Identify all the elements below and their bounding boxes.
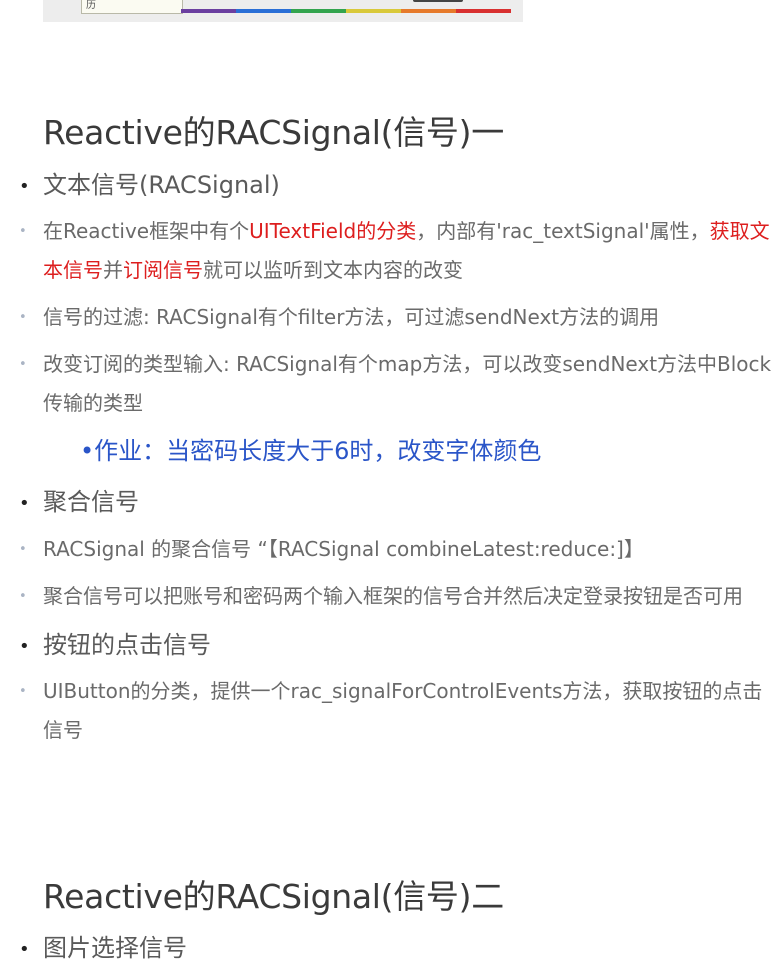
bullet-signal-map: 改变订阅的类型输入: RACSignal有个map方法，可以改变sendNext… xyxy=(0,345,782,423)
homework-note: •作业：当密码长度大于6时，改变字体颜色 xyxy=(80,437,542,465)
run-highlight-textfield: UITextField的分类 xyxy=(249,219,417,243)
figure-stripe-segment xyxy=(456,9,511,13)
bullet-combine-latest: RACSignal 的聚合信号 “【RACSignal combineLates… xyxy=(0,530,782,569)
bullet-button-category: UIButton的分类，提供一个rac_signalForControlEven… xyxy=(0,672,782,750)
section1-bullet-list: 文本信号(RACSignal) 在Reactive框架中有个UITextFiel… xyxy=(0,169,782,750)
figure-color-stripe xyxy=(181,9,511,13)
figure-dark-mark xyxy=(413,0,463,2)
figure-stripe-segment xyxy=(181,9,236,13)
figure-stripe-segment xyxy=(401,9,456,13)
bullet-text-signal: 文本信号(RACSignal) xyxy=(0,169,782,203)
section1-title: Reactive的RACSignal(信号)一 xyxy=(43,113,504,152)
top-figure-image: 历 xyxy=(43,0,523,22)
figure-stripe-segment xyxy=(346,9,401,13)
section2-title: Reactive的RACSignal(信号)二 xyxy=(43,877,504,916)
bullet-textfield-category: 在Reactive框架中有个UITextField的分类，内部有'rac_tex… xyxy=(0,212,782,290)
figure-stripe-segment xyxy=(236,9,291,13)
bullet-signal-filter: 信号的过滤: RACSignal有个filter方法，可过滤sendNext方法… xyxy=(0,298,782,337)
bullet-combine-signal: 聚合信号 xyxy=(0,486,782,520)
figure-stripe-segment xyxy=(291,9,346,13)
bullet-image-picker-signal: 图片选择信号 xyxy=(0,932,782,966)
bullet-combine-usage: 聚合信号可以把账号和密码两个输入框架的信号合并然后决定登录按钮是否可用 xyxy=(0,577,782,616)
figure-document-frame: 历 xyxy=(81,0,183,14)
run-text: 就可以监听到文本内容的改变 xyxy=(203,258,463,282)
run-highlight-subscribe: 订阅信号 xyxy=(123,258,203,282)
run-text: 并 xyxy=(103,258,123,282)
figure-caption-fragment: 历 xyxy=(86,0,96,11)
run-text: 在Reactive框架中有个 xyxy=(43,219,250,243)
bullet-button-click-signal: 按钮的点击信号 xyxy=(0,629,782,663)
run-text: ，内部有'rac_textSignal'属性， xyxy=(416,219,710,243)
section2-bullet-list: 图片选择信号 xyxy=(0,932,782,966)
